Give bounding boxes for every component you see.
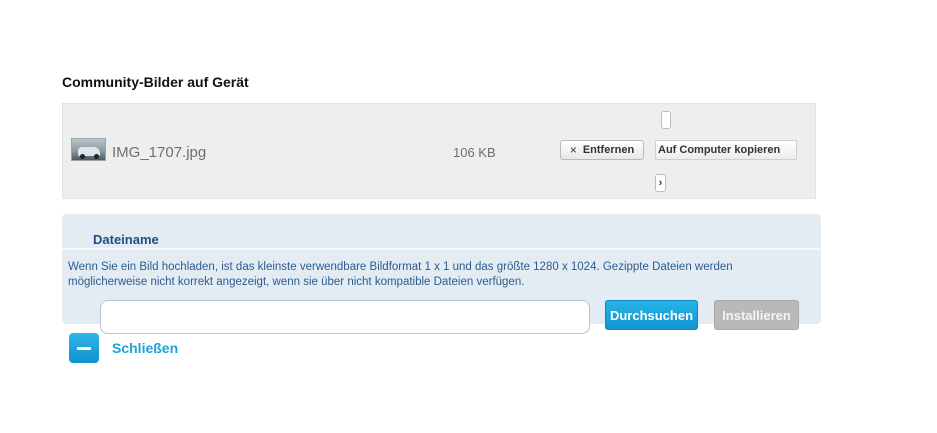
copy-to-computer-button[interactable]: Auf Computer kopieren	[655, 140, 797, 160]
minus-shape	[77, 346, 91, 350]
upload-help-text: Wenn Sie ein Bild hochladen, ist das kle…	[68, 261, 733, 288]
chevron-right-icon[interactable]: ›	[655, 174, 666, 192]
file-size: 106 KB	[453, 145, 496, 160]
file-list: IMG_1707.jpg 106 KB × Entfernen Auf Comp…	[62, 103, 816, 199]
remove-button[interactable]: × Entfernen	[560, 140, 644, 160]
collapse-icon[interactable]	[69, 333, 99, 363]
browse-button[interactable]: Durchsuchen	[605, 300, 698, 330]
close-label[interactable]: Schließen	[112, 340, 178, 356]
file-path-input[interactable]	[100, 300, 590, 334]
close-x-icon: ×	[569, 143, 577, 157]
upload-panel: Dateiname Wenn Sie ein Bild hochladen, i…	[62, 214, 821, 334]
section-title: Community-Bilder auf Gerät	[62, 74, 249, 90]
wheel-shape	[94, 154, 99, 159]
selection-checkbox[interactable]	[661, 111, 671, 129]
close-control[interactable]: Schließen	[69, 333, 178, 363]
upload-panel-header: Dateiname	[62, 214, 821, 250]
wheel-shape	[80, 154, 85, 159]
file-name: IMG_1707.jpg	[112, 144, 207, 161]
community-images-page: Community-Bilder auf Gerät IMG_1707.jpg …	[0, 0, 937, 433]
upload-title: Dateiname	[93, 232, 159, 247]
install-button: Installieren	[714, 300, 799, 330]
image-thumbnail	[71, 138, 106, 161]
remove-button-label: Entfernen	[582, 144, 635, 156]
